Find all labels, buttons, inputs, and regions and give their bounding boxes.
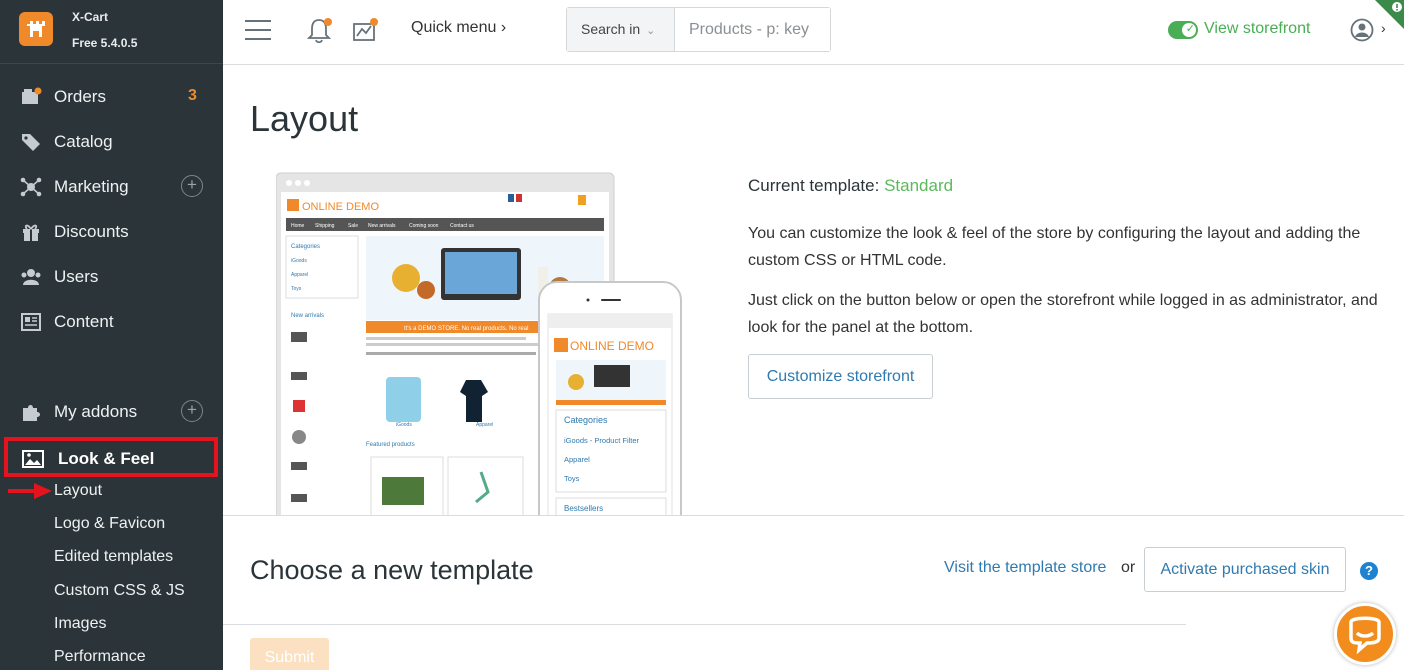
tag-icon: [22, 134, 40, 151]
sidebar-subitem-custom-css-js[interactable]: Custom CSS & JS: [54, 582, 185, 600]
brand: X-Cart Free 5.4.0.5: [0, 0, 223, 64]
sidebar-item-label: Look & Feel: [58, 449, 155, 468]
users-icon: [21, 269, 41, 285]
sidebar-item-label: Discounts: [54, 222, 129, 241]
sidebar-item-catalog[interactable]: Catalog: [0, 122, 223, 162]
puzzle-icon: [23, 405, 40, 421]
sidebar: X-Cart Free 5.4.0.5 Orders 3 Catalog Mar…: [0, 0, 223, 670]
current-template: Current template: Standard: [748, 176, 954, 195]
sidebar-item-my-addons[interactable]: My addons +: [0, 392, 223, 432]
preview-desktop-logo: ONLINE DEMO: [302, 201, 379, 213]
sidebar-item-label: Catalog: [54, 132, 113, 151]
preview-featured: Featured products: [366, 442, 415, 448]
chat-button[interactable]: [1334, 603, 1396, 665]
sidebar-item-label: Marketing: [54, 177, 129, 196]
instructions-text: Just click on the button below or open t…: [748, 292, 1378, 336]
chevron-right-icon: ›: [500, 19, 507, 36]
visit-template-store-link[interactable]: Visit the template store: [944, 559, 1106, 577]
top-header: Quick menu › Search in⌄ ✓ View storefron…: [223, 0, 1404, 65]
preview-nav-item: Home: [291, 223, 305, 229]
preview-mobile-category: iGoods - Product Filter: [564, 436, 640, 445]
divider: [223, 624, 1186, 625]
sidebar-item-content[interactable]: Content: [0, 302, 223, 342]
red-arrow-icon: [8, 483, 52, 499]
gift-icon: [23, 224, 39, 241]
description-text: You can customize the look & feel of the…: [748, 225, 1361, 269]
help-icon[interactable]: ?: [1360, 562, 1378, 580]
sidebar-subitem-performance[interactable]: Performance: [54, 648, 146, 666]
preview-category: iGoods: [291, 258, 307, 264]
content-icon: [21, 313, 41, 331]
notice-corner-icon[interactable]: [1375, 0, 1404, 29]
view-storefront-link[interactable]: View storefront: [1204, 20, 1310, 38]
user-avatar-icon[interactable]: [1350, 18, 1374, 42]
sidebar-item-orders[interactable]: Orders 3: [0, 77, 223, 117]
preview-mobile-bestsellers: Bestsellers: [564, 504, 603, 513]
bell-icon[interactable]: [307, 16, 333, 44]
preview-nav-item: Shipping: [315, 223, 335, 229]
or-text: or: [1121, 559, 1136, 576]
preview-categories-title: Categories: [291, 244, 320, 250]
sidebar-item-users[interactable]: Users: [0, 257, 223, 297]
divider: [223, 515, 1404, 516]
brand-name: X-Cart: [72, 10, 109, 24]
sidebar-item-label: Users: [54, 267, 99, 286]
image-icon: [22, 450, 44, 468]
submit-button[interactable]: Submit: [250, 638, 329, 670]
marketing-icon: [20, 177, 42, 197]
sidebar-item-label: Orders: [54, 87, 106, 106]
preview-category: Toys: [291, 286, 302, 292]
preview-nav-item: Coming soon: [409, 223, 439, 229]
preview-product: iGoods: [396, 422, 412, 428]
sidebar-item-look-and-feel[interactable]: Look & Feel: [4, 437, 218, 477]
preview-nav-item: Sale: [348, 223, 358, 229]
preview-product: Apparel: [476, 422, 493, 428]
add-addon-icon[interactable]: +: [181, 400, 203, 422]
sidebar-subitem-images[interactable]: Images: [54, 615, 106, 633]
sidebar-item-marketing[interactable]: Marketing +: [0, 167, 223, 207]
check-icon: ✓: [1185, 23, 1195, 35]
choose-template-title: Choose a new template: [250, 555, 534, 585]
search-bar: Search in ⌄: [566, 7, 831, 52]
preview-banner-text: It's a DEMO STORE. No real products. No …: [404, 326, 528, 332]
orders-icon: [22, 87, 42, 104]
search-input[interactable]: [675, 8, 830, 51]
hamburger-menu-icon[interactable]: [245, 20, 271, 40]
customize-storefront-button[interactable]: Customize storefront: [748, 354, 933, 399]
sidebar-subitem-edited-templates[interactable]: Edited templates: [54, 548, 173, 566]
sidebar-item-label: My addons: [54, 402, 138, 421]
preview-nav-item: New arrivals: [368, 223, 396, 229]
chat-bubble-icon: [1349, 616, 1381, 655]
stats-icon[interactable]: [351, 16, 381, 44]
preview-nav-item: Contact us: [450, 223, 474, 229]
preview-category: Apparel: [291, 272, 308, 278]
preview-mobile-categories-title: Categories: [564, 415, 608, 425]
current-template-value: Standard: [884, 176, 954, 195]
preview-new-arrivals: New arrivals: [291, 313, 324, 319]
preview-mobile-logo: ONLINE DEMO: [570, 339, 654, 353]
template-preview-image: ONLINE DEMO Home Shipping Sale New arriv…: [276, 172, 686, 515]
add-marketing-icon[interactable]: +: [181, 175, 203, 197]
sidebar-subitem-logo-favicon[interactable]: Logo & Favicon: [54, 515, 165, 533]
chevron-down-icon: ⌄: [646, 25, 656, 37]
xcart-logo-icon[interactable]: [19, 12, 53, 46]
preview-mobile-category: Apparel: [564, 455, 590, 464]
search-in-dropdown[interactable]: Search in ⌄: [567, 8, 675, 51]
sidebar-item-label: Content: [54, 312, 114, 331]
sidebar-item-discounts[interactable]: Discounts: [0, 212, 223, 252]
orders-count-badge: 3: [188, 87, 197, 104]
page-title: Layout: [250, 98, 359, 139]
preview-mobile-category: Toys: [564, 474, 580, 483]
brand-version: Free 5.4.0.5: [72, 36, 138, 50]
quick-menu-link[interactable]: Quick menu ›: [411, 19, 506, 37]
activate-purchased-skin-button[interactable]: Activate purchased skin: [1144, 547, 1346, 592]
storefront-toggle[interactable]: ✓: [1168, 21, 1198, 39]
sidebar-subitem-layout[interactable]: Layout: [54, 482, 102, 500]
